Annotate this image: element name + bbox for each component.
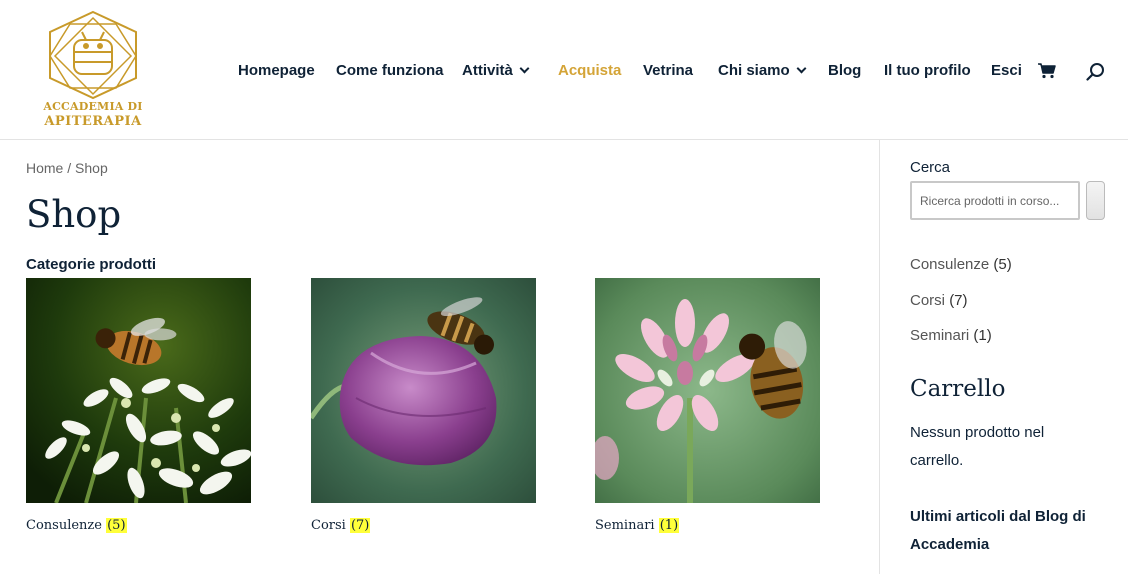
chevron-down-icon — [519, 63, 530, 74]
sidebar-category-name: Corsi — [910, 292, 946, 309]
category-card-corsi[interactable]: Corsi (7) — [311, 278, 536, 533]
search-icon[interactable] — [1086, 62, 1106, 87]
sidebar-category-seminari[interactable]: Seminari (1) — [910, 327, 992, 344]
breadcrumb: Home / Shop — [26, 160, 108, 176]
nav-item-esci[interactable]: Esci — [991, 60, 1022, 82]
nav-item-chi-siamo[interactable]: Chi siamo — [718, 60, 807, 82]
breadcrumb-home-link[interactable]: Home — [26, 160, 63, 176]
nav-item-attivita-label: Attività — [462, 62, 513, 79]
cart-empty-message: Nessun prodotto nel carrello. — [910, 424, 1045, 469]
breadcrumb-current: Shop — [75, 160, 108, 176]
nav-item-blog[interactable]: Blog — [828, 60, 861, 82]
nav-item-attivita[interactable]: Attività — [462, 60, 530, 82]
category-label-consulenze: Consulenze (5) — [26, 518, 127, 533]
category-image-consulenze — [26, 278, 251, 503]
sidebar-category-consulenze[interactable]: Consulenze (5) — [910, 256, 1012, 273]
category-label-corsi: Corsi (7) — [311, 518, 371, 533]
breadcrumb-separator: / — [63, 160, 76, 176]
category-card-consulenze[interactable]: Consulenze (5) — [26, 278, 251, 533]
sidebar-category-name: Consulenze — [910, 256, 990, 273]
cart-icon[interactable] — [1038, 63, 1056, 84]
logo-text-line2: APITERAPIA — [44, 114, 142, 129]
nav-item-chi-siamo-label: Chi siamo — [718, 62, 790, 79]
category-count: (7) — [349, 518, 371, 533]
sidebar-divider — [879, 140, 880, 574]
product-search-button[interactable] — [1086, 181, 1105, 220]
hexagon-bee-logo-icon — [49, 10, 137, 100]
site-logo[interactable]: ACCADEMIA DI APITERAPIA — [40, 10, 146, 132]
nav-item-acquista[interactable]: Acquista — [558, 60, 621, 82]
page-title: Shop — [26, 193, 122, 236]
nav-item-come-funziona[interactable]: Come funziona — [336, 60, 444, 82]
nav-item-homepage[interactable]: Homepage — [238, 60, 315, 82]
category-name: Consulenze — [26, 518, 102, 533]
cart-widget-title: Carrello — [910, 376, 1006, 402]
category-name: Seminari — [595, 518, 655, 533]
category-count: (1) — [658, 518, 680, 533]
chevron-down-icon — [796, 63, 807, 74]
nav-item-vetrina[interactable]: Vetrina — [643, 60, 693, 82]
category-count: (5) — [106, 518, 127, 533]
categories-heading: Categorie prodotti — [26, 256, 156, 273]
sidebar-category-count: (5) — [993, 256, 1012, 273]
sidebar-search-label: Cerca — [910, 159, 951, 176]
category-card-seminari[interactable]: Seminari (1) — [595, 278, 820, 533]
logo-text-line1: ACCADEMIA DI — [43, 100, 143, 113]
nav-item-il-tuo-profilo[interactable]: Il tuo profilo — [884, 60, 971, 82]
category-image-seminari — [595, 278, 820, 503]
category-label-seminari: Seminari (1) — [595, 518, 680, 533]
category-image-corsi — [311, 278, 536, 503]
site-header: ACCADEMIA DI APITERAPIA Homepage Come fu… — [0, 0, 1128, 140]
sidebar-category-corsi[interactable]: Corsi (7) — [910, 292, 968, 309]
product-search-input[interactable] — [910, 181, 1080, 220]
sidebar-category-name: Seminari — [910, 327, 970, 344]
category-name: Corsi — [311, 518, 346, 533]
blog-widget-title: Ultimi articoli dal Blog di Accademia — [910, 508, 1086, 553]
sidebar-category-count: (1) — [973, 327, 992, 344]
sidebar-category-count: (7) — [949, 292, 968, 309]
